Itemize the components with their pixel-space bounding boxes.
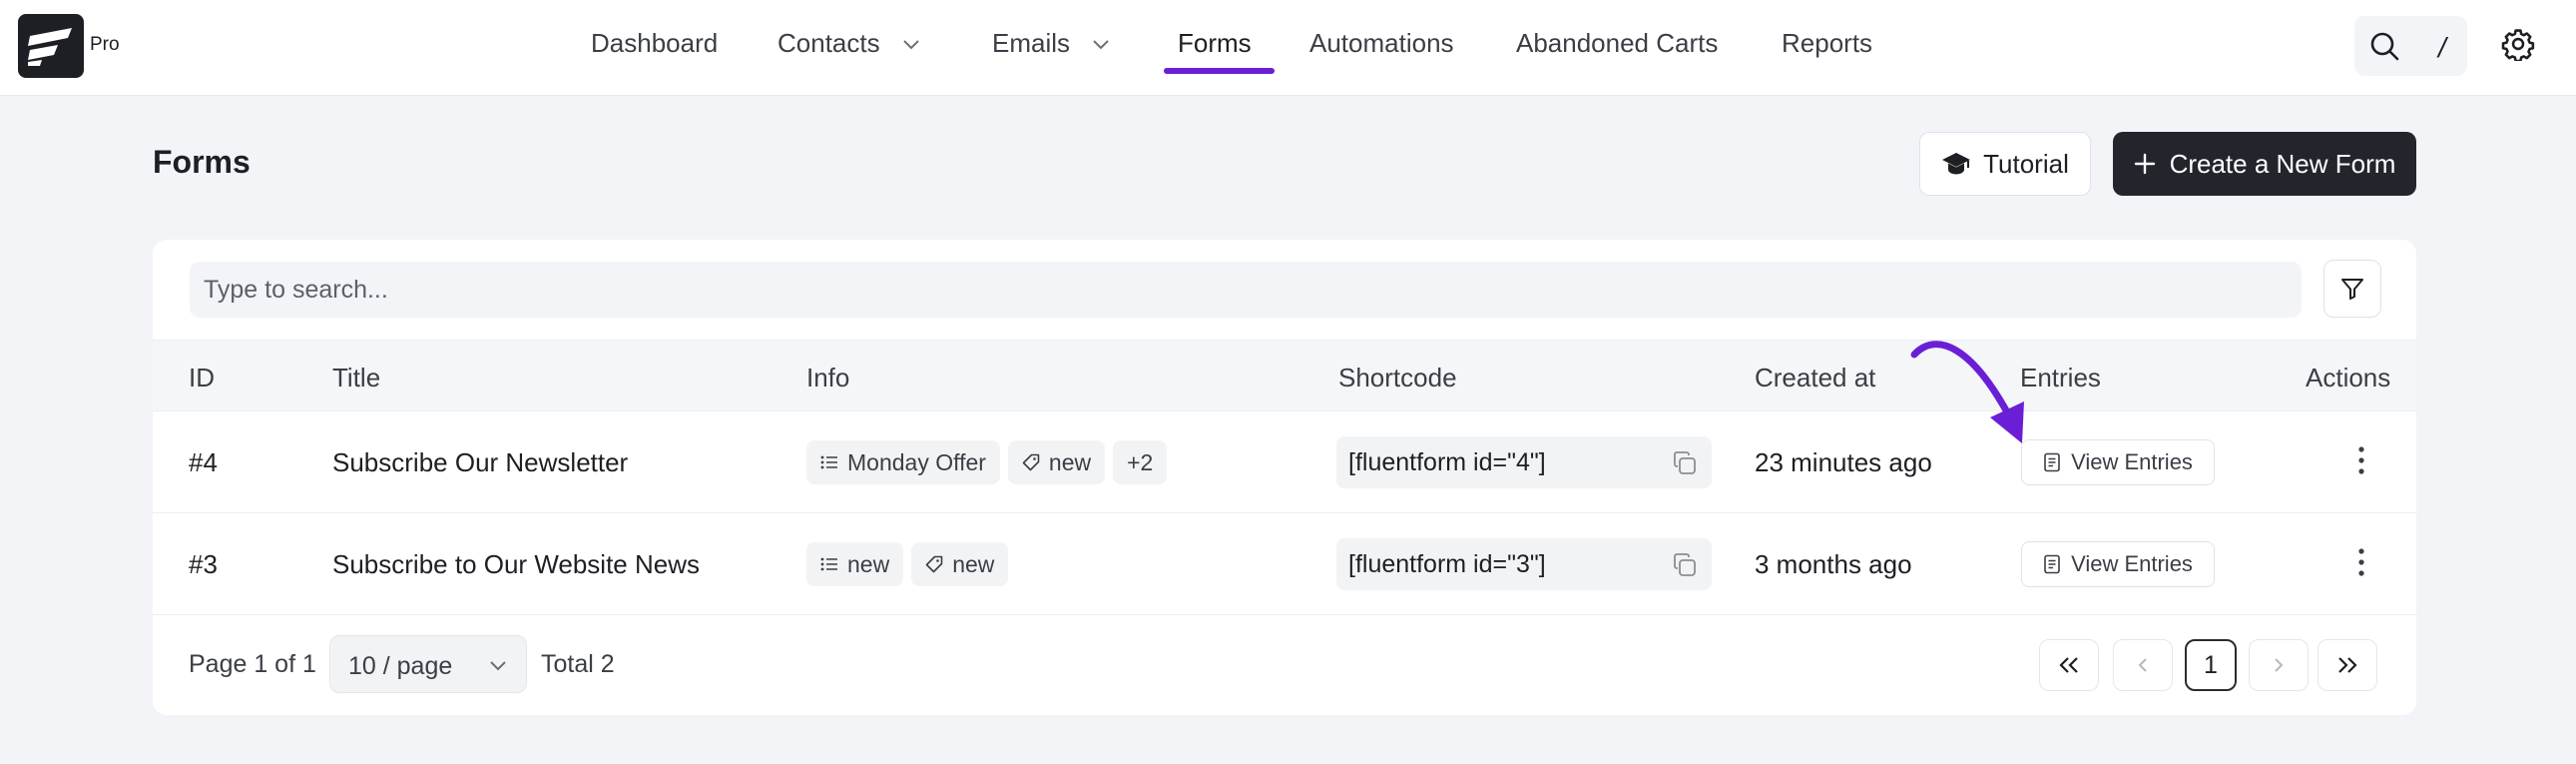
page-size-select[interactable]: 10 / page [329,635,527,693]
column-header-id: ID [189,363,215,392]
page-size-value: 10 / page [348,652,453,680]
last-page-button[interactable] [2318,639,2377,691]
page-number-label: 1 [2204,650,2218,679]
first-page-button[interactable] [2039,639,2099,691]
create-form-button[interactable]: Create a New Form [2113,132,2416,196]
search-input[interactable] [190,262,2302,318]
nav-item-reports[interactable]: Reports [1782,28,1872,59]
nav-item-label: Contacts [777,28,880,58]
row-title[interactable]: Subscribe to Our Website News [332,549,700,580]
nav-item-forms[interactable]: Forms [1178,28,1252,59]
column-header-entries: Entries [2020,363,2101,392]
chevron-down-icon [490,661,506,671]
column-header-title: Title [332,363,381,392]
column-header-created-at: Created at [1755,363,1876,392]
tag-label: Monday Offer [847,448,986,475]
double-chevron-left-icon [2059,657,2078,673]
table-row[interactable]: #4 Subscribe Our Newsletter Monday Offer… [153,411,2416,513]
document-icon [2044,554,2060,574]
list-tag: new [806,542,904,586]
search-shortcut-key: / [2438,32,2446,63]
nav-item-label: Reports [1782,28,1873,58]
graduation-cap-icon [1942,153,1971,175]
search-icon [2370,32,2399,61]
page-number-button[interactable]: 1 [2185,639,2237,691]
list-tag: Monday Offer [806,440,1000,484]
shortcode-text: [fluentform id="3"] [1348,550,1546,578]
nav-item-automations[interactable]: Automations [1309,28,1454,59]
filter-button[interactable] [2323,260,2381,318]
more-tags-badge[interactable]: +2 [1113,440,1168,484]
copy-icon[interactable] [1672,552,1698,578]
tag-icon [1022,453,1040,471]
row-id: #4 [189,447,218,477]
active-tab-indicator [1164,68,1275,74]
chevron-left-icon [2138,658,2147,672]
view-entries-label: View Entries [2071,551,2193,576]
view-entries-button[interactable]: View Entries [2021,541,2215,587]
document-icon [2044,452,2060,472]
filter-icon [2341,279,2363,300]
tutorial-button-label: Tutorial [1983,148,2069,179]
table-header: ID Title Info Shortcode Created at Entri… [153,340,2416,411]
row-created-at: 3 months ago [1755,549,1912,579]
create-form-button-label: Create a New Form [2169,148,2396,179]
total-count: Total 2 [541,650,615,678]
chevron-down-icon [902,39,919,49]
list-icon [820,557,837,571]
list-icon [820,455,837,469]
column-header-actions: Actions [2306,363,2391,392]
info-tags: new new [806,542,1009,586]
tag-label: new [952,550,995,577]
chevron-right-icon [2275,658,2284,672]
tag-tag: new [911,542,1009,586]
more-actions-icon[interactable] [2356,445,2366,475]
view-entries-label: View Entries [2071,449,2193,474]
tutorial-button[interactable]: Tutorial [1919,132,2091,196]
plus-icon [2134,153,2155,175]
column-header-shortcode: Shortcode [1338,363,1457,392]
shortcode-field: [fluentform id="4"] [1336,436,1712,488]
table-row[interactable]: #3 Subscribe to Our Website News new new… [153,513,2416,615]
nav-item-contacts[interactable]: Contacts [777,28,920,59]
nav-item-emails[interactable]: Emails [992,28,1110,59]
info-tags: Monday Offer new +2 [806,440,1168,484]
page-info-text: Page 1 of 1 [189,650,316,678]
main-nav: Dashboard Contacts Emails Forms Automati… [0,0,2576,96]
tag-label: new [847,550,890,577]
view-entries-button[interactable]: View Entries [2021,439,2215,485]
shortcode-text: [fluentform id="4"] [1348,448,1546,476]
page-title: Forms [153,144,251,180]
forms-table-card: ID Title Info Shortcode Created at Entri… [153,240,2416,715]
chevron-down-icon [1093,39,1109,49]
column-header-info: Info [806,363,850,392]
double-chevron-right-icon [2338,657,2357,673]
nav-item-abandoned-carts[interactable]: Abandoned Carts [1516,28,1718,59]
tag-tag: new [1007,440,1106,484]
shortcode-field: [fluentform id="3"] [1336,538,1712,590]
nav-item-dashboard[interactable]: Dashboard [591,28,718,59]
top-navbar: Pro Dashboard Contacts Emails Forms Auto… [0,0,2576,96]
prev-page-button[interactable] [2113,639,2173,691]
nav-item-label: Forms [1178,28,1252,58]
row-created-at: 23 minutes ago [1755,447,1932,477]
nav-item-label: Abandoned Carts [1516,28,1719,58]
global-search-button[interactable]: / [2354,16,2467,76]
gear-icon[interactable] [2501,27,2535,61]
row-id: #3 [189,549,218,579]
row-title[interactable]: Subscribe Our Newsletter [332,447,628,478]
more-actions-icon[interactable] [2356,547,2366,577]
nav-item-label: Dashboard [591,28,719,58]
nav-item-label: Emails [992,28,1071,58]
nav-item-label: Automations [1309,28,1454,58]
annotation-arrow-icon [1910,341,2024,443]
copy-icon[interactable] [1672,450,1698,476]
next-page-button[interactable] [2249,639,2309,691]
tag-icon [925,555,943,573]
tag-label: +2 [1127,448,1154,475]
tag-label: new [1048,448,1092,475]
